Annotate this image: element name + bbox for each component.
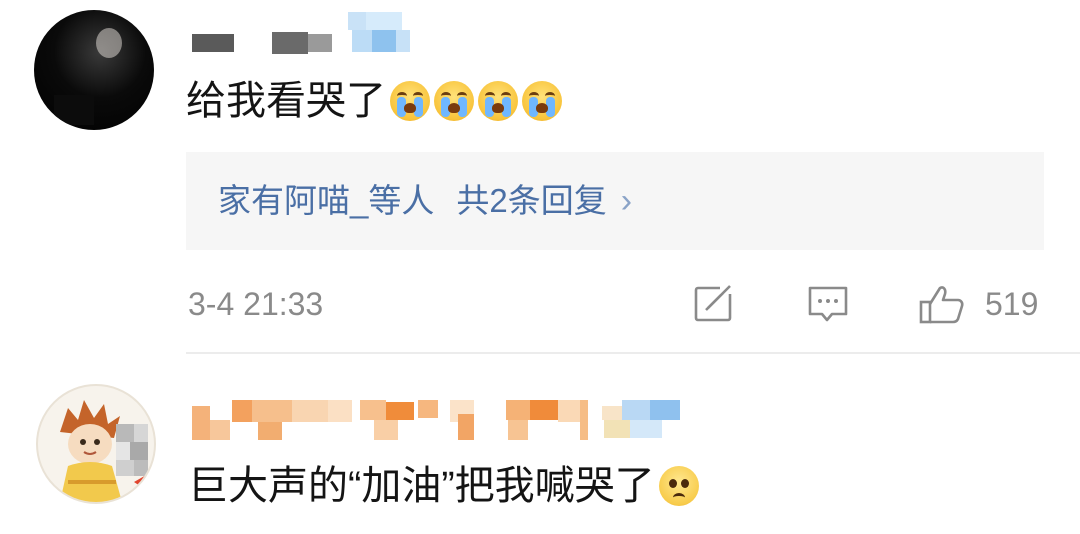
comment-body: 巨大声的“加油”把我喊哭了 <box>188 464 655 508</box>
chevron-right-icon: › <box>620 182 633 220</box>
avatar-mosaic <box>54 95 94 125</box>
edit-share-icon[interactable] <box>692 282 736 326</box>
comment-body: 给我看哭了 <box>186 79 386 123</box>
like-count[interactable]: 519 <box>985 284 1038 324</box>
pleading-face-icon <box>658 466 699 506</box>
cartoon-character-icon <box>60 400 148 502</box>
comment-feed: 给我看哭了 家有阿喵_等人 共2条回复 › 3-4 21:33 519 巨大声的… <box>0 0 1080 534</box>
comment-timestamp: 3-4 21:33 <box>188 286 324 322</box>
reply-authors[interactable]: 家有阿喵_等人 <box>218 182 434 219</box>
loudly-crying-face-icon <box>434 81 474 121</box>
comment-text: 给我看哭了 <box>186 76 562 126</box>
reply-preview[interactable]: 家有阿喵_等人 共2条回复 › <box>186 152 1044 250</box>
comment-icon[interactable] <box>806 282 850 326</box>
loudly-crying-face-icon <box>390 81 430 121</box>
thumbs-up-icon[interactable] <box>918 282 966 326</box>
loudly-crying-face-icon <box>522 81 562 121</box>
user-avatar[interactable] <box>36 384 156 504</box>
reply-preview-text[interactable]: 家有阿喵_等人 共2条回复 › <box>218 152 654 250</box>
comment-text: 巨大声的“加油”把我喊哭了 <box>188 460 699 512</box>
avatar-face <box>96 28 122 58</box>
comment-divider <box>186 352 1080 354</box>
loudly-crying-face-icon <box>478 81 518 121</box>
user-avatar[interactable] <box>34 10 154 130</box>
reply-count[interactable]: 共2条回复 <box>456 182 606 219</box>
